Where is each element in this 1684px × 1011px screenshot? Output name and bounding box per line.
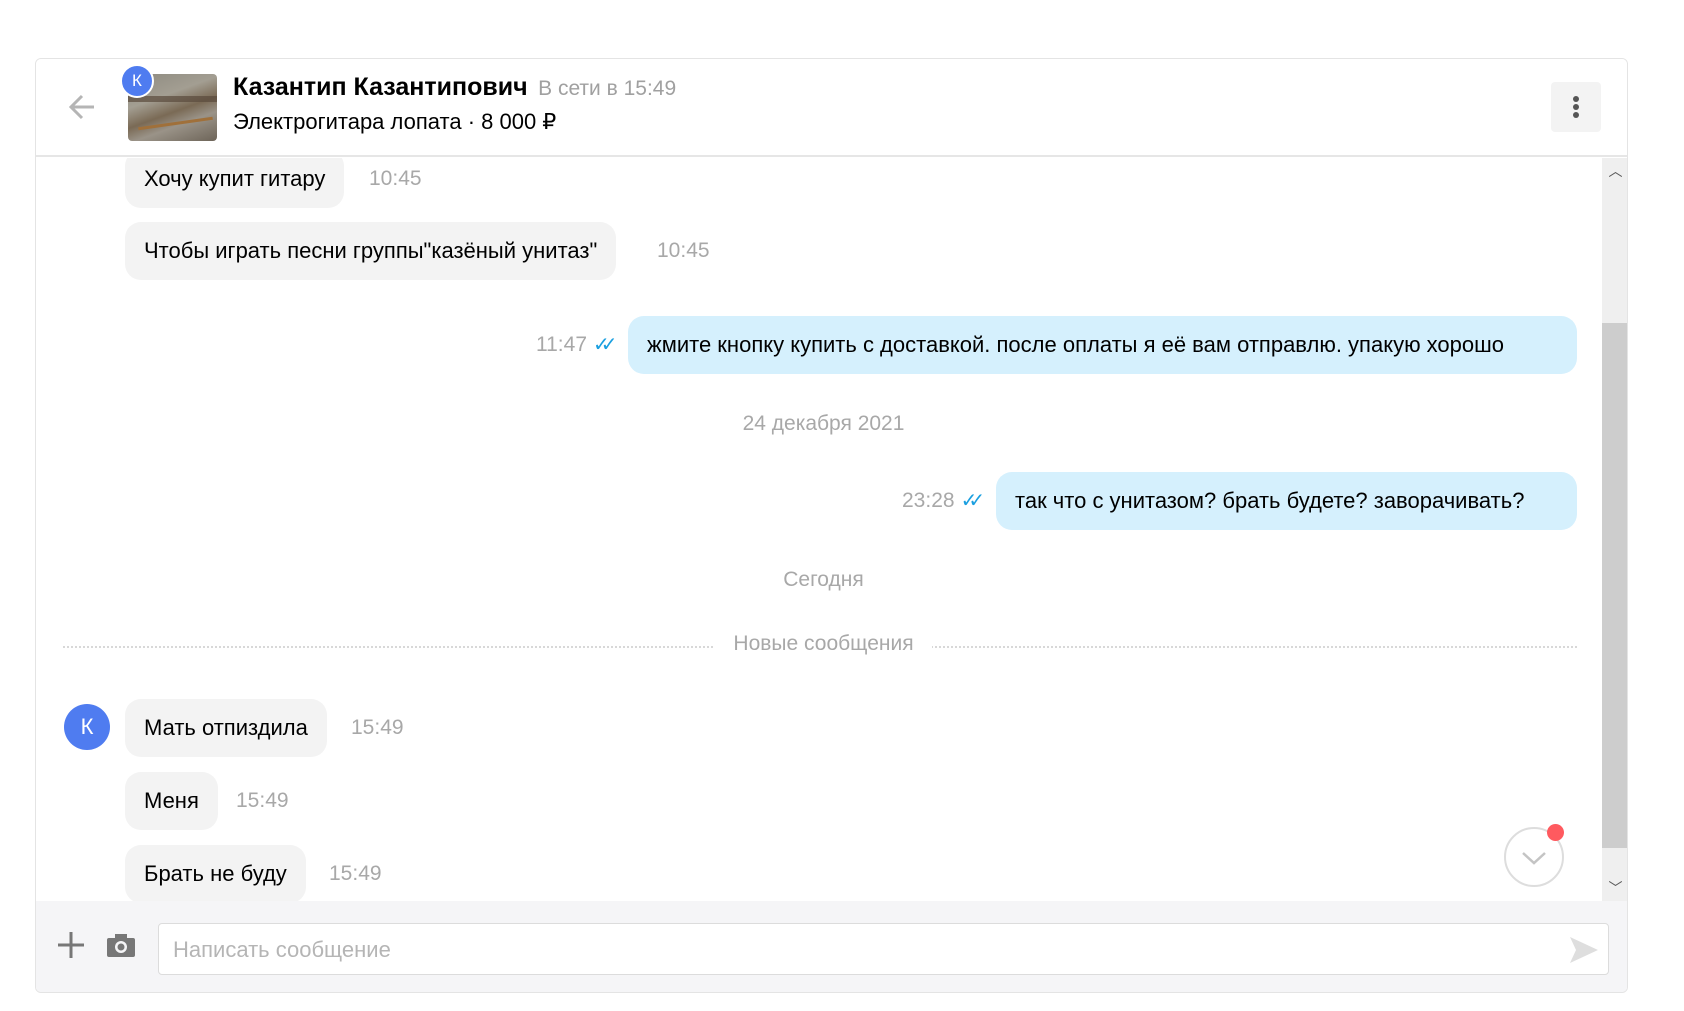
camera-icon[interactable] <box>106 932 136 958</box>
date-separator: 24 декабря 2021 <box>742 412 905 435</box>
double-check-icon: ✓✓ <box>960 490 985 512</box>
unread-dot <box>1547 824 1564 841</box>
message-time: 15:49 <box>236 789 289 812</box>
message-bubble: так что с унитазом? брать будете? завора… <box>996 472 1577 530</box>
message-time: 23:28 ✓✓ <box>902 489 985 512</box>
message-time: 15:49 <box>329 862 382 885</box>
scroll-down-arrow-icon[interactable]: ﹀ <box>1602 875 1627 901</box>
contact-avatar-badge: К <box>120 64 154 98</box>
new-messages-label: Новые сообщения <box>36 632 1602 656</box>
message-bubble: Меня <box>125 772 218 830</box>
back-arrow-icon[interactable] <box>64 89 100 125</box>
online-status: В сети в 15:49 <box>538 77 677 100</box>
more-vertical-icon <box>1573 96 1579 118</box>
more-menu-button[interactable] <box>1551 82 1601 132</box>
scrollbar[interactable]: ︿ ﹀ <box>1602 158 1627 901</box>
date-separator-today: Сегодня <box>783 568 864 591</box>
message-input-placeholder: Написать сообщение <box>173 937 391 962</box>
message-bubble: Брать не буду <box>125 845 306 901</box>
scrollbar-thumb[interactable] <box>1602 323 1627 848</box>
message-bubble: Мать отпиздила <box>125 699 327 757</box>
message-time: 15:49 <box>351 716 404 739</box>
chat-panel: К Казантип Казантипович В сети в 15:49 Э… <box>35 58 1628 993</box>
message-input[interactable]: Написать сообщение <box>158 923 1609 975</box>
contact-name[interactable]: Казантип Казантипович <box>233 73 528 101</box>
plus-icon[interactable] <box>56 930 86 960</box>
listing-title[interactable]: Электрогитара лопата · 8 000 ₽ <box>233 109 556 135</box>
send-icon[interactable] <box>1569 936 1599 964</box>
message-time: 10:45 <box>369 167 422 190</box>
scroll-up-arrow-icon[interactable]: ︿ <box>1602 158 1627 184</box>
composer: Написать сообщение <box>36 901 1627 992</box>
message-bubble: Хочу купит гитару <box>125 158 345 208</box>
message-bubble: Чтобы играть песни группы"казёный унитаз… <box>125 222 617 280</box>
double-check-icon: ✓✓ <box>593 334 617 356</box>
sender-avatar[interactable]: К <box>64 704 110 750</box>
chat-header: К Казантип Казантипович В сети в 15:49 Э… <box>36 59 1627 157</box>
message-list: Хочу купит гитару 10:45 Чтобы играть пес… <box>36 158 1602 901</box>
message-bubble: жмите кнопку купить с доставкой. после о… <box>628 316 1577 374</box>
message-time: 11:47 ✓✓ <box>536 333 617 356</box>
message-time: 10:45 <box>657 239 710 262</box>
